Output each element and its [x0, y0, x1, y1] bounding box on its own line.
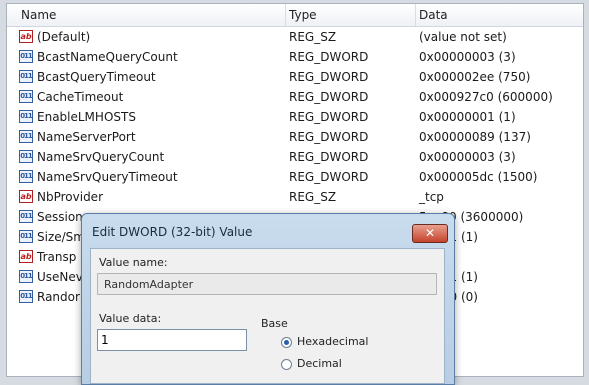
edit-dword-dialog: Edit DWORD (32-bit) Value ✕ Value name: …: [81, 213, 455, 385]
dword-value-icon: 011: [19, 290, 33, 303]
value-name: NameServerPort: [37, 130, 136, 144]
value-data: 0x000002ee (750): [419, 70, 531, 84]
value-row[interactable]: ab (Default) REG_SZ (value not set): [7, 27, 583, 47]
close-button[interactable]: ✕: [412, 224, 448, 243]
dword-value-icon: 011: [19, 210, 33, 223]
base-group: Base Hexadecimal Decimal: [257, 317, 435, 385]
value-row[interactable]: 011 NameServerPort REG_DWORD 0x00000089 (13…: [7, 127, 583, 147]
value-name: BcastNameQueryCount: [37, 50, 178, 64]
value-data-input-box[interactable]: [97, 329, 247, 351]
value-data: 0x00000089 (137): [419, 130, 531, 144]
value-row[interactable]: 011 EnableLMHOSTS REG_DWORD 0x00000001 (1): [7, 107, 583, 127]
dword-value-icon: 011: [19, 110, 33, 123]
value-name: Randor: [37, 290, 80, 304]
dword-value-icon: 011: [19, 270, 33, 283]
dword-value-icon: 011: [19, 170, 33, 183]
value-name: Transp: [37, 250, 77, 264]
value-type: REG_DWORD: [289, 110, 369, 124]
value-data: (value not set): [419, 30, 507, 44]
value-data: 0x000005dc (1500): [419, 170, 538, 184]
decimal-radio[interactable]: [281, 359, 292, 370]
decimal-label[interactable]: Decimal: [297, 357, 342, 370]
value-type: REG_DWORD: [289, 50, 369, 64]
value-type: REG_DWORD: [289, 90, 369, 104]
value-name: BcastQueryTimeout: [37, 70, 156, 84]
dword-value-icon: 011: [19, 70, 33, 83]
dword-value-icon: 011: [19, 230, 33, 243]
value-name: Size/Sm: [37, 230, 85, 244]
value-data-input[interactable]: [101, 332, 241, 348]
value-data: _tcp: [419, 190, 444, 204]
value-name: Session: [37, 210, 83, 224]
value-name: EnableLMHOSTS: [37, 110, 136, 124]
value-row[interactable]: 011 NameSrvQueryTimeout REG_DWORD 0x000005d…: [7, 167, 583, 187]
value-name: NameSrvQueryTimeout: [37, 170, 178, 184]
value-name-label: Value name:: [99, 256, 168, 269]
value-name: UseNev: [37, 270, 83, 284]
value-name: NameSrvQueryCount: [37, 150, 165, 164]
column-header-data[interactable]: Data: [419, 8, 448, 22]
hexadecimal-label[interactable]: Hexadecimal: [297, 335, 368, 348]
value-type: REG_DWORD: [289, 150, 369, 164]
string-value-icon: ab: [19, 30, 33, 43]
column-header-row: Name Type Data: [7, 4, 583, 27]
value-data: 0x00000003 (3): [419, 150, 516, 164]
dword-value-icon: 011: [19, 90, 33, 103]
value-data: 0x00000003 (3): [419, 50, 516, 64]
value-data-label: Value data:: [99, 312, 162, 325]
value-row[interactable]: ab NbProvider REG_SZ _tcp: [7, 187, 583, 207]
value-type: REG_DWORD: [289, 130, 369, 144]
column-divider[interactable]: [285, 4, 286, 26]
close-icon: ✕: [424, 226, 436, 240]
value-data: 0x000927c0 (600000): [419, 90, 553, 104]
dialog-body: Value name: RandomAdapter Value data: Ba…: [90, 248, 445, 384]
value-type: REG_SZ: [289, 30, 337, 44]
column-header-name[interactable]: Name: [21, 8, 56, 22]
dword-value-icon: 011: [19, 50, 33, 63]
value-data: 0x00000001 (1): [419, 110, 516, 124]
value-type: REG_DWORD: [289, 70, 369, 84]
value-name: NbProvider: [37, 190, 103, 204]
value-name-text: RandomAdapter: [104, 278, 194, 291]
value-row[interactable]: 011 NameSrvQueryCount REG_DWORD 0x00000003 …: [7, 147, 583, 167]
column-divider[interactable]: [415, 4, 416, 26]
string-value-icon: ab: [19, 250, 33, 263]
base-label: Base: [261, 317, 288, 330]
dword-value-icon: 011: [19, 130, 33, 143]
value-name-field: RandomAdapter: [97, 273, 437, 295]
string-value-icon: ab: [19, 190, 33, 203]
value-row[interactable]: 011 BcastQueryTimeout REG_DWORD 0x000002ee …: [7, 67, 583, 87]
value-name: (Default): [37, 30, 91, 44]
value-row[interactable]: 011 CacheTimeout REG_DWORD 0x000927c0 (6000…: [7, 87, 583, 107]
column-header-type[interactable]: Type: [289, 8, 317, 22]
value-name: CacheTimeout: [37, 90, 124, 104]
value-row[interactable]: 011 BcastNameQueryCount REG_DWORD 0x0000000…: [7, 47, 583, 67]
dialog-title: Edit DWORD (32-bit) Value: [92, 225, 253, 239]
value-type: REG_DWORD: [289, 170, 369, 184]
dword-value-icon: 011: [19, 150, 33, 163]
hexadecimal-radio[interactable]: [281, 337, 292, 348]
value-type: REG_SZ: [289, 190, 337, 204]
